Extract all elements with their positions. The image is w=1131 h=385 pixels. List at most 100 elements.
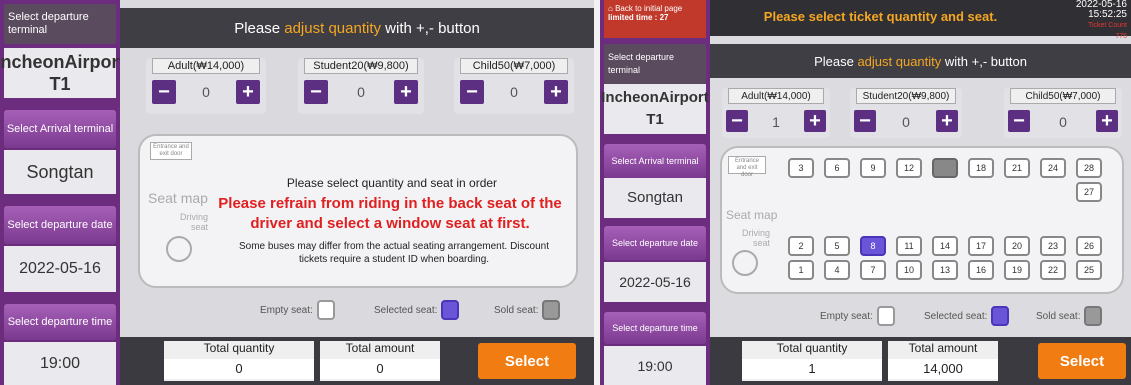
departure-terminal-label: Select departure terminal	[604, 44, 706, 84]
seat-10[interactable]: 10	[896, 260, 922, 280]
student-minus-button[interactable]: −	[854, 110, 876, 132]
clock: 2022-05-16 15:52:25 Ticket Count 775	[1057, 0, 1127, 42]
seat-4[interactable]: 4	[824, 260, 850, 280]
total-quantity: Total quantity 1	[742, 341, 882, 381]
legend-sold-label: Sold seat:	[1036, 310, 1081, 322]
kiosk-screen-left: Select departure terminal IncheonAirport…	[0, 0, 594, 385]
departure-terminal-value[interactable]: IncheonAirport T1	[601, 84, 709, 134]
student-plus-button[interactable]: +	[936, 110, 958, 132]
seat-15[interactable]: 15	[932, 158, 958, 178]
total-quantity-value: 1	[742, 359, 882, 379]
ticket-child-label: Child50(₩7,000)	[1010, 88, 1116, 104]
adult-minus-button[interactable]: −	[726, 110, 748, 132]
instruction-highlight: adjust quantity	[284, 19, 381, 37]
child-plus-button[interactable]: +	[544, 80, 568, 104]
arrival-terminal-value[interactable]: Songtan	[4, 150, 116, 194]
legend-selected: Selected seat:	[374, 300, 460, 320]
departure-date-label: Select departure date	[4, 206, 116, 244]
seat-3[interactable]: 3	[788, 158, 814, 178]
adult-plus-button[interactable]: +	[804, 110, 826, 132]
limited-time: limited time : 27	[608, 13, 669, 22]
instruction-bar: Please adjust quantity with +,- button	[120, 8, 594, 48]
adult-qty: 0	[202, 84, 210, 100]
legend-selected: Selected seat:	[924, 306, 1010, 326]
seat-23[interactable]: 23	[1040, 236, 1066, 256]
seat-26[interactable]: 26	[1076, 236, 1102, 256]
seat-6[interactable]: 6	[824, 158, 850, 178]
child-minus-button[interactable]: −	[460, 80, 484, 104]
ticket-student-label: Student20(₩9,800)	[304, 58, 418, 74]
departure-terminal-label: Select departure terminal	[4, 4, 116, 44]
clock-time: 15:52:25	[1088, 9, 1127, 20]
seat-22[interactable]: 22	[1040, 260, 1066, 280]
departure-time-value[interactable]: 19:00	[4, 342, 116, 385]
warning-message: Please refrain from riding in the back s…	[218, 195, 562, 232]
instruction-highlight: adjust quantity	[857, 53, 942, 69]
student-qty: 0	[357, 84, 365, 100]
ticket-adult: Adult(₩14,000) − 0 +	[146, 58, 266, 114]
seat-14[interactable]: 14	[932, 236, 958, 256]
sidebar: ⌂ Back to initial page limited time : 27…	[600, 0, 710, 385]
total-quantity: Total quantity 0	[164, 341, 314, 381]
arrival-terminal-value[interactable]: Songtan	[604, 178, 706, 218]
child-plus-button[interactable]: +	[1096, 110, 1118, 132]
select-button[interactable]: Select	[1038, 343, 1126, 379]
seat-map-area: Entrance and exit door Seat map Driving …	[720, 146, 1124, 294]
sold-seat-icon	[1084, 306, 1103, 326]
seat-5[interactable]: 5	[824, 236, 850, 256]
instruction-suffix: with +,- button	[944, 53, 1027, 69]
ticket-child: Child50(₩7,000) − 0 +	[1004, 88, 1122, 138]
legend-empty: Empty seat:	[820, 306, 895, 326]
total-amount-label: Total amount	[345, 341, 415, 355]
seat-13[interactable]: 13	[932, 260, 958, 280]
select-button[interactable]: Select	[478, 343, 576, 379]
seat-9[interactable]: 9	[860, 158, 886, 178]
ticket-count-value: 775	[1115, 33, 1127, 40]
seat-24[interactable]: 24	[1040, 158, 1066, 178]
note-message: Some buses may differ from the actual se…	[239, 241, 549, 265]
ticket-student: Student20(₩9,800) − 0 +	[850, 88, 962, 138]
adult-qty: 1	[772, 114, 780, 130]
adult-minus-button[interactable]: −	[152, 80, 176, 104]
instruction-prefix: Please	[234, 19, 281, 37]
seat-1[interactable]: 1	[788, 260, 814, 280]
selected-seat-icon	[441, 300, 460, 320]
seat-17[interactable]: 17	[968, 236, 994, 256]
student-plus-button[interactable]: +	[394, 80, 418, 104]
seat-11[interactable]: 11	[896, 236, 922, 256]
departure-time-value[interactable]: 19:00	[604, 346, 706, 385]
seat-8[interactable]: 8	[860, 236, 886, 256]
seat-19[interactable]: 19	[1004, 260, 1030, 280]
seat-28[interactable]: 28	[1076, 158, 1102, 178]
back-to-initial-button[interactable]: ⌂ Back to initial page limited time : 27	[604, 0, 706, 38]
total-quantity-label: Total quantity	[776, 341, 848, 355]
departure-terminal-value[interactable]: IncheonAirport T1	[0, 48, 125, 98]
header-bar: Please select ticket quantity and seat. …	[710, 0, 1131, 40]
total-amount: Total amount 0	[320, 341, 440, 381]
header-message: Please select ticket quantity and seat.	[763, 9, 998, 24]
departure-date-label: Select departure date	[604, 226, 706, 260]
ticket-adult-label: Adult(₩14,000)	[152, 58, 260, 74]
departure-date-value[interactable]: 2022-05-16	[4, 246, 116, 292]
seat-20[interactable]: 20	[1004, 236, 1030, 256]
seat-25[interactable]: 25	[1076, 260, 1102, 280]
legend-empty-label: Empty seat:	[820, 310, 873, 322]
adult-plus-button[interactable]: +	[236, 80, 260, 104]
seat-16[interactable]: 16	[968, 260, 994, 280]
total-amount-value: 0	[320, 359, 440, 379]
departure-date-value[interactable]: 2022-05-16	[604, 262, 706, 302]
home-icon: ⌂	[608, 4, 616, 13]
total-quantity-label: Total quantity	[203, 341, 275, 355]
ticket-child: Child50(₩7,000) − 0 +	[454, 58, 574, 114]
seat-18[interactable]: 18	[968, 158, 994, 178]
seat-27[interactable]: 27	[1076, 182, 1102, 202]
seat-12[interactable]: 12	[896, 158, 922, 178]
legend-selected-label: Selected seat:	[924, 310, 988, 322]
student-minus-button[interactable]: −	[304, 80, 328, 104]
seat-2[interactable]: 2	[788, 236, 814, 256]
child-minus-button[interactable]: −	[1008, 110, 1030, 132]
total-amount-value: 14,000	[888, 359, 998, 379]
selected-seat-icon	[991, 306, 1010, 326]
seat-7[interactable]: 7	[860, 260, 886, 280]
seat-21[interactable]: 21	[1004, 158, 1030, 178]
